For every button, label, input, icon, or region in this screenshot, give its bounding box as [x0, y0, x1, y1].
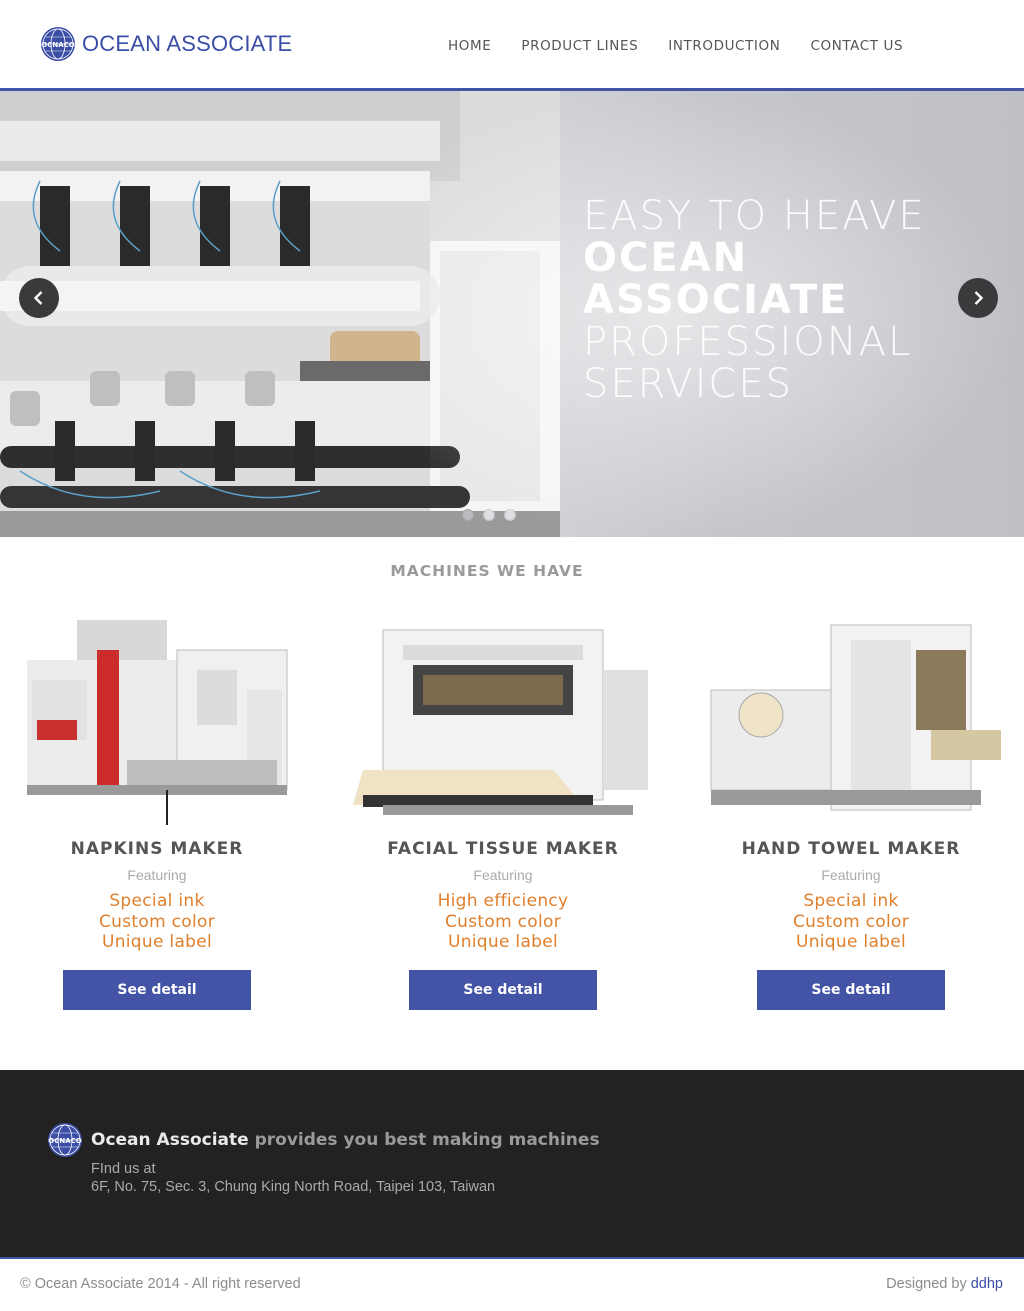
- feature-item: Unique label: [447, 932, 559, 952]
- svg-text:OCNACO: OCNACO: [48, 1137, 82, 1145]
- ocnaco-globe-icon: OCNACO: [48, 1123, 82, 1157]
- feature-item: High efficiency: [437, 891, 569, 911]
- designer-link[interactable]: ddhp: [971, 1276, 1003, 1292]
- machine-card-hand-towel: HAND TOWEL MAKER Featuring Special ink C…: [691, 610, 1011, 1010]
- site-header: OCNACO OCEAN ASSOCIATE HOME PRODUCT LINE…: [0, 0, 1024, 89]
- chevron-left-icon: [33, 291, 43, 305]
- see-detail-button[interactable]: See detail: [757, 969, 945, 1010]
- machine-name: NAPKINS MAKER: [70, 839, 244, 859]
- nav-contact-us[interactable]: CONTACT US: [810, 36, 903, 56]
- svg-text:OCNACO: OCNACO: [41, 41, 75, 49]
- feature-item: Special ink: [109, 891, 205, 911]
- hero-line-2: OCEAN: [583, 235, 749, 281]
- nav-product-lines[interactable]: PRODUCT LINES: [521, 36, 638, 56]
- machine-card-facial-tissue: FACIAL TISSUE MAKER Featuring High effic…: [343, 610, 663, 1010]
- hero-line-1: EASY TO HEAVE: [583, 193, 926, 239]
- section-title: MACHINES WE HAVE: [390, 562, 584, 580]
- designed-by: Designed by ddhp: [886, 1276, 1003, 1292]
- machine-name: FACIAL TISSUE MAKER: [387, 839, 619, 859]
- see-detail-button[interactable]: See detail: [63, 969, 251, 1010]
- site-footer: OCNACO Ocean Associate provides you best…: [0, 1070, 1024, 1257]
- feature-item: Custom color: [99, 911, 215, 932]
- featuring-label: Featuring: [821, 867, 881, 883]
- slider-dot-3[interactable]: [504, 509, 516, 521]
- hand-towel-machine-image: [710, 624, 1001, 811]
- nav-home[interactable]: HOME: [448, 36, 491, 56]
- footer-tagline: Ocean Associate provides you best making…: [91, 1130, 600, 1150]
- footer-brand: Ocean Associate: [91, 1130, 249, 1150]
- feature-list: High efficiency Custom color Unique labe…: [343, 891, 663, 953]
- find-us-label: FInd us at: [91, 1161, 156, 1177]
- feature-item: Unique label: [795, 932, 907, 952]
- feature-item: Custom color: [445, 911, 561, 932]
- feature-item: Unique label: [101, 932, 213, 952]
- feature-item: Special ink: [803, 891, 899, 911]
- see-detail-button[interactable]: See detail: [409, 969, 597, 1010]
- brand-name: OCEAN ASSOCIATE: [82, 31, 293, 56]
- slider-prev-button[interactable]: [19, 278, 59, 318]
- hero-line-4: PROFESSIONAL: [583, 319, 913, 365]
- feature-list: Special ink Custom color Unique label: [0, 891, 317, 953]
- feature-item: Custom color: [793, 911, 909, 932]
- ocnaco-globe-icon: OCNACO: [41, 27, 75, 61]
- hero-line-3: ASSOCIATE: [583, 277, 849, 323]
- napkins-machine-image: [27, 620, 288, 825]
- hero-headline: EASY TO HEAVE OCEAN ASSOCIATE PROFESSION…: [583, 195, 926, 405]
- hero-line-5: SERVICES: [583, 361, 794, 407]
- copyright: © Ocean Associate 2014 - All right reser…: [20, 1276, 301, 1292]
- machine-card-napkins: NAPKINS MAKER Featuring Special ink Cust…: [0, 610, 317, 1010]
- facial-tissue-machine-image: [353, 629, 648, 815]
- footer-tagline-text: provides you best making machines: [248, 1130, 600, 1150]
- logo[interactable]: OCNACO OCEAN ASSOCIATE: [40, 26, 292, 62]
- main-nav: HOME PRODUCT LINES INTRODUCTION CONTACT …: [448, 36, 933, 56]
- machine-name: HAND TOWEL MAKER: [741, 839, 961, 859]
- nav-introduction[interactable]: INTRODUCTION: [668, 36, 780, 56]
- featuring-label: Featuring: [473, 867, 533, 883]
- feature-list: Special ink Custom color Unique label: [691, 891, 1011, 953]
- designed-by-label: Designed by: [886, 1276, 971, 1292]
- hero-slider: EASY TO HEAVE OCEAN ASSOCIATE PROFESSION…: [0, 91, 1024, 537]
- footer-address-block: FInd us at 6F, No. 75, Sec. 3, Chung Kin…: [91, 1160, 495, 1196]
- bottom-divider: [0, 1257, 1024, 1259]
- featuring-label: Featuring: [127, 867, 187, 883]
- address: 6F, No. 75, Sec. 3, Chung King North Roa…: [91, 1179, 496, 1195]
- slider-dot-1[interactable]: [462, 509, 474, 521]
- slider-dot-2[interactable]: [483, 509, 495, 521]
- slider-pagination: [462, 509, 525, 521]
- slider-next-button[interactable]: [958, 278, 998, 318]
- chevron-right-icon: [974, 291, 984, 305]
